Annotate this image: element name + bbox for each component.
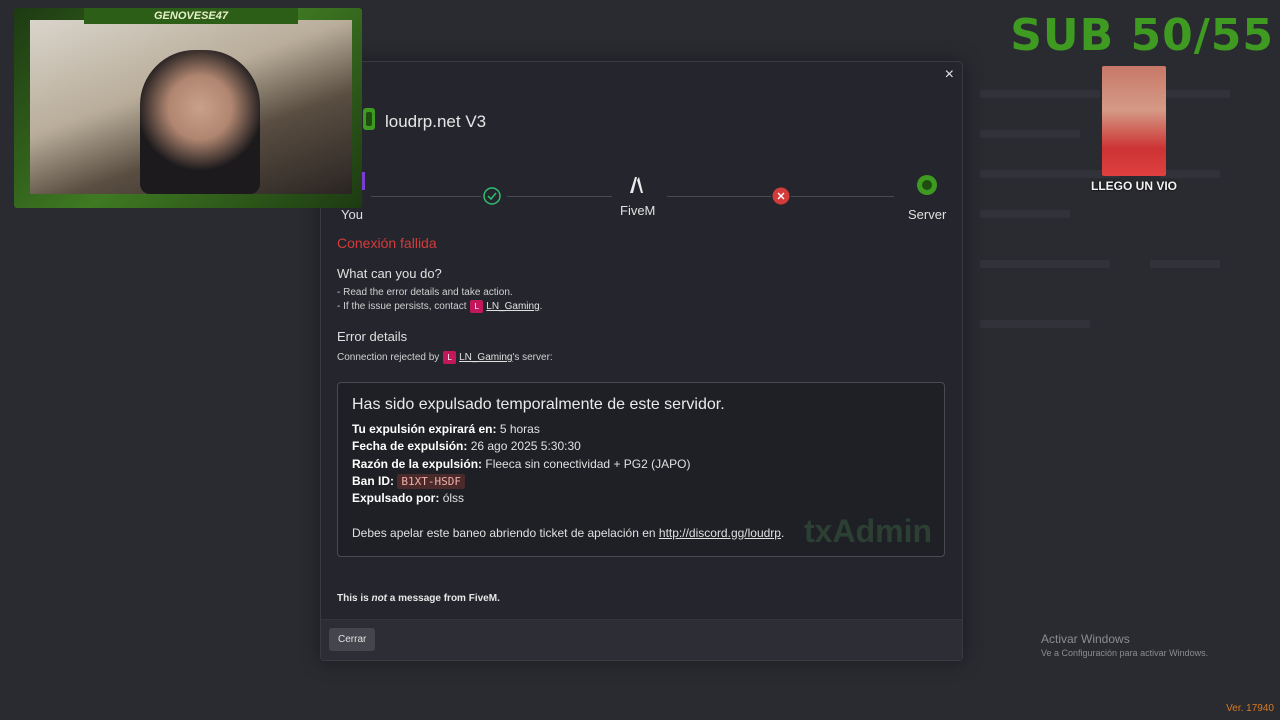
- ban-by-label: Expulsado por:: [352, 491, 440, 505]
- close-icon[interactable]: ×: [945, 66, 954, 84]
- fivem-logo-icon: [630, 177, 643, 193]
- streamer-image: [140, 50, 260, 194]
- server-icon: [917, 175, 937, 195]
- step-connector: [667, 196, 771, 197]
- step-server-label: Server: [908, 207, 947, 222]
- rejected-suffix: 's server:: [512, 352, 553, 364]
- rejected-prefix: Connection rejected by: [337, 352, 440, 364]
- video-thumbnail: [1102, 66, 1166, 176]
- step-you-label: You: [341, 207, 363, 222]
- ban-appeal: Debes apelar este baneo abriendo ticket …: [352, 526, 784, 540]
- rejected-by-line: Connection rejected by L LN_Gaming's serv…: [337, 351, 553, 364]
- server-logo-icon: [363, 108, 375, 130]
- ban-expires-value: 5 horas: [499, 422, 540, 436]
- ban-expires-label: Tu expulsión expirará en:: [352, 422, 497, 436]
- error-x-icon: [772, 187, 790, 205]
- step-fivem-label: FiveM: [620, 203, 656, 218]
- ban-details-box: txAdmin Has sido expulsado temporalmente…: [337, 382, 945, 557]
- ban-reason: Razón de la expulsión: Fleeca sin conect…: [352, 457, 690, 471]
- tip-contact-suffix: .: [539, 301, 543, 313]
- owner-badge: L: [443, 351, 457, 364]
- tip-contact: - If the issue persists, contact L LN_Gam…: [337, 300, 542, 313]
- server-title: loudrp.net V3: [385, 112, 487, 131]
- ban-headline: Has sido expulsado temporalmente de este…: [352, 396, 725, 413]
- ban-date-label: Fecha de expulsión:: [352, 439, 468, 453]
- appeal-link[interactable]: http://discord.gg/loudrp: [659, 526, 781, 540]
- ban-by: Expulsado por: ólss: [352, 491, 464, 505]
- notice-pre: This is: [337, 593, 369, 604]
- step-connector: [791, 196, 894, 197]
- tip-contact-prefix: - If the issue persists, contact: [337, 301, 467, 313]
- connection-failed-dialog: × loudrp.net V3 You FiveM Server Conexió…: [320, 61, 963, 661]
- step-connector: [371, 196, 481, 197]
- owner-badge: L: [470, 300, 484, 313]
- ban-expires: Tu expulsión expirará en: 5 horas: [352, 422, 540, 436]
- txadmin-watermark: txAdmin: [804, 513, 932, 549]
- appeal-end: .: [780, 526, 785, 540]
- notice-post: a message from FiveM.: [389, 593, 500, 604]
- video-caption: LLEGO UN VIO: [1090, 179, 1177, 193]
- not-fivem-notice: This is not a message from FiveM.: [337, 593, 500, 604]
- ban-reason-value: Fleeca sin conectividad + PG2 (JAPO): [485, 457, 691, 471]
- streamer-name: GENOVESE47: [84, 8, 298, 24]
- check-icon: [483, 187, 501, 205]
- dialog-footer: Cerrar: [321, 619, 962, 660]
- activation-title: Activar Windows: [1041, 632, 1130, 646]
- notice-emphasis: not: [371, 593, 388, 604]
- tip-read-details: - Read the error details and take action…: [337, 287, 513, 298]
- error-details-heading: Error details: [337, 329, 408, 344]
- windows-activation-notice: Activar Windows Ve a Configuración para …: [1041, 632, 1208, 658]
- error-title: Conexión fallida: [337, 235, 437, 251]
- ban-date-value: 26 ago 2025 5:30:30: [470, 439, 581, 453]
- ban-by-value: ólss: [442, 491, 465, 505]
- sub-counter: SUB 50/55: [1010, 10, 1274, 61]
- webcam-video: [30, 20, 352, 194]
- activation-subtitle: Ve a Configuración para activar Windows.: [1041, 648, 1209, 658]
- appeal-text: Debes apelar este baneo abriendo ticket …: [352, 526, 656, 540]
- step-connector: [507, 196, 612, 197]
- ban-id: Ban ID: B1XT-HSDF: [352, 474, 465, 489]
- what-can-you-do-heading: What can you do?: [337, 266, 442, 281]
- ban-date: Fecha de expulsión: 26 ago 2025 5:30:30: [352, 439, 581, 453]
- version-label: Ver. 17940: [1226, 703, 1274, 714]
- ban-reason-label: Razón de la expulsión:: [352, 457, 483, 471]
- close-button[interactable]: Cerrar: [329, 628, 376, 651]
- owner-link[interactable]: LN_Gaming: [486, 301, 539, 312]
- owner-link[interactable]: LN_Gaming: [459, 352, 512, 363]
- ban-id-label: Ban ID:: [352, 474, 394, 488]
- ban-id-code[interactable]: B1XT-HSDF: [397, 474, 465, 489]
